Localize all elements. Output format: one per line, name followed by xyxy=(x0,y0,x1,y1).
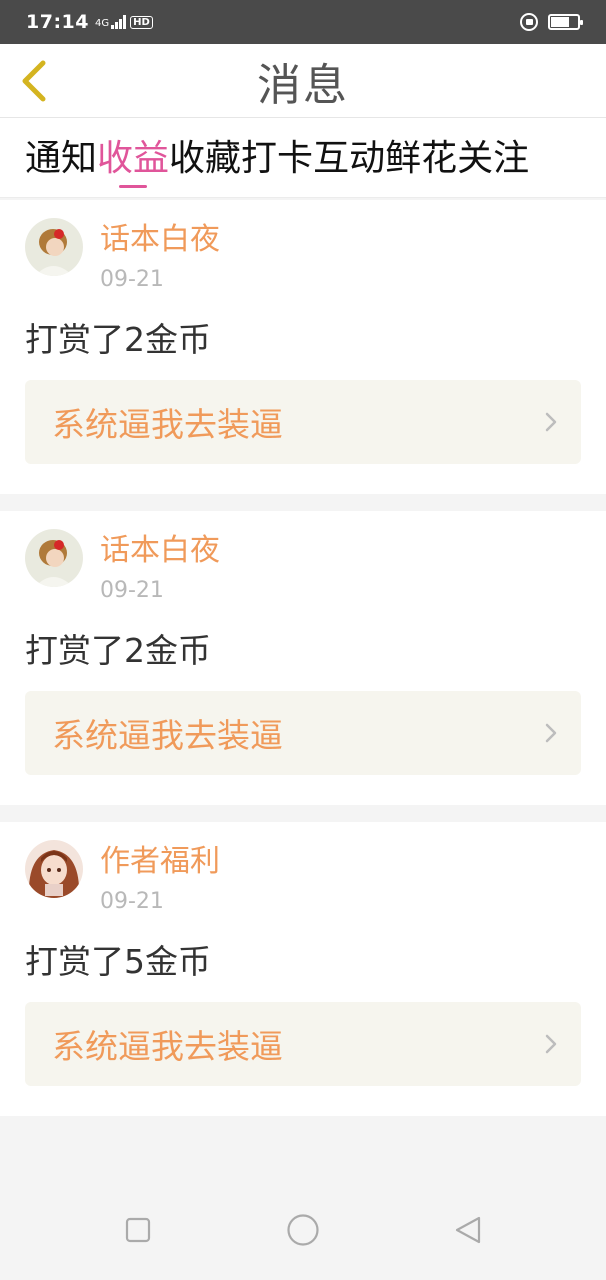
back-nav-button[interactable] xyxy=(448,1210,488,1250)
network-type: 4G xyxy=(94,18,110,29)
message-card: 话本白夜 09-21 打赏了2金币 系统逼我去装逼 xyxy=(0,511,606,805)
page-title: 消息 xyxy=(257,59,349,111)
girl-avatar-icon[interactable] xyxy=(25,218,83,276)
book-link[interactable]: 系统逼我去装逼 xyxy=(25,380,581,464)
book-link[interactable]: 系统逼我去装逼 xyxy=(25,1002,581,1086)
girl-avatar-icon[interactable] xyxy=(25,529,83,587)
recent-apps-button[interactable] xyxy=(118,1210,158,1250)
tab-bar: 通知 收益 收藏 打卡 互动 鲜花 关注 xyxy=(0,118,606,198)
reward-text: 打赏了2金币 xyxy=(25,631,211,670)
tab-favorites[interactable]: 收藏 xyxy=(169,118,241,198)
tab-follows[interactable]: 关注 xyxy=(457,118,529,198)
anime-girl-avatar-icon[interactable] xyxy=(25,840,83,898)
reward-text: 打赏了5金币 xyxy=(25,942,211,981)
message-date: 09-21 xyxy=(100,578,164,603)
hd-badge: HD xyxy=(130,15,153,29)
back-arrow-icon xyxy=(22,60,46,102)
battery-icon xyxy=(548,14,583,30)
book-title: 系统逼我去装逼 xyxy=(52,1027,283,1066)
reward-text: 打赏了2金币 xyxy=(25,320,211,359)
message-card: 话本白夜 09-21 打赏了2金币 系统逼我去装逼 xyxy=(0,200,606,494)
book-title: 系统逼我去装逼 xyxy=(52,405,283,444)
chevron-right-icon xyxy=(545,723,557,743)
tab-flowers[interactable]: 鲜花 xyxy=(385,118,457,198)
book-link[interactable]: 系统逼我去装逼 xyxy=(25,691,581,775)
home-button[interactable] xyxy=(283,1210,323,1250)
triangle-back-icon xyxy=(455,1216,481,1244)
message-date: 09-21 xyxy=(100,267,164,292)
header: 消息 xyxy=(0,44,606,118)
tab-earnings[interactable]: 收益 xyxy=(97,118,169,198)
tab-checkin[interactable]: 打卡 xyxy=(241,118,313,198)
system-nav-bar xyxy=(0,1190,606,1280)
back-button[interactable] xyxy=(14,58,54,104)
status-time: 17:14 xyxy=(26,11,89,33)
signal-icon: 4G xyxy=(94,15,127,29)
sender-name[interactable]: 话本白夜 xyxy=(100,218,220,262)
circle-icon xyxy=(287,1214,319,1246)
chevron-right-icon xyxy=(545,412,557,432)
message-date: 09-21 xyxy=(100,889,164,914)
status-bar: 17:14 4G HD xyxy=(0,0,606,44)
message-card: 作者福利 09-21 打赏了5金币 系统逼我去装逼 xyxy=(0,822,606,1116)
tab-notifications[interactable]: 通知 xyxy=(25,118,97,198)
tab-interaction[interactable]: 互动 xyxy=(313,118,385,198)
sender-name[interactable]: 话本白夜 xyxy=(100,529,220,573)
sender-name[interactable]: 作者福利 xyxy=(100,840,220,884)
square-icon xyxy=(125,1217,151,1243)
chevron-right-icon xyxy=(545,1034,557,1054)
rotation-lock-icon xyxy=(520,13,538,31)
book-title: 系统逼我去装逼 xyxy=(52,716,283,755)
